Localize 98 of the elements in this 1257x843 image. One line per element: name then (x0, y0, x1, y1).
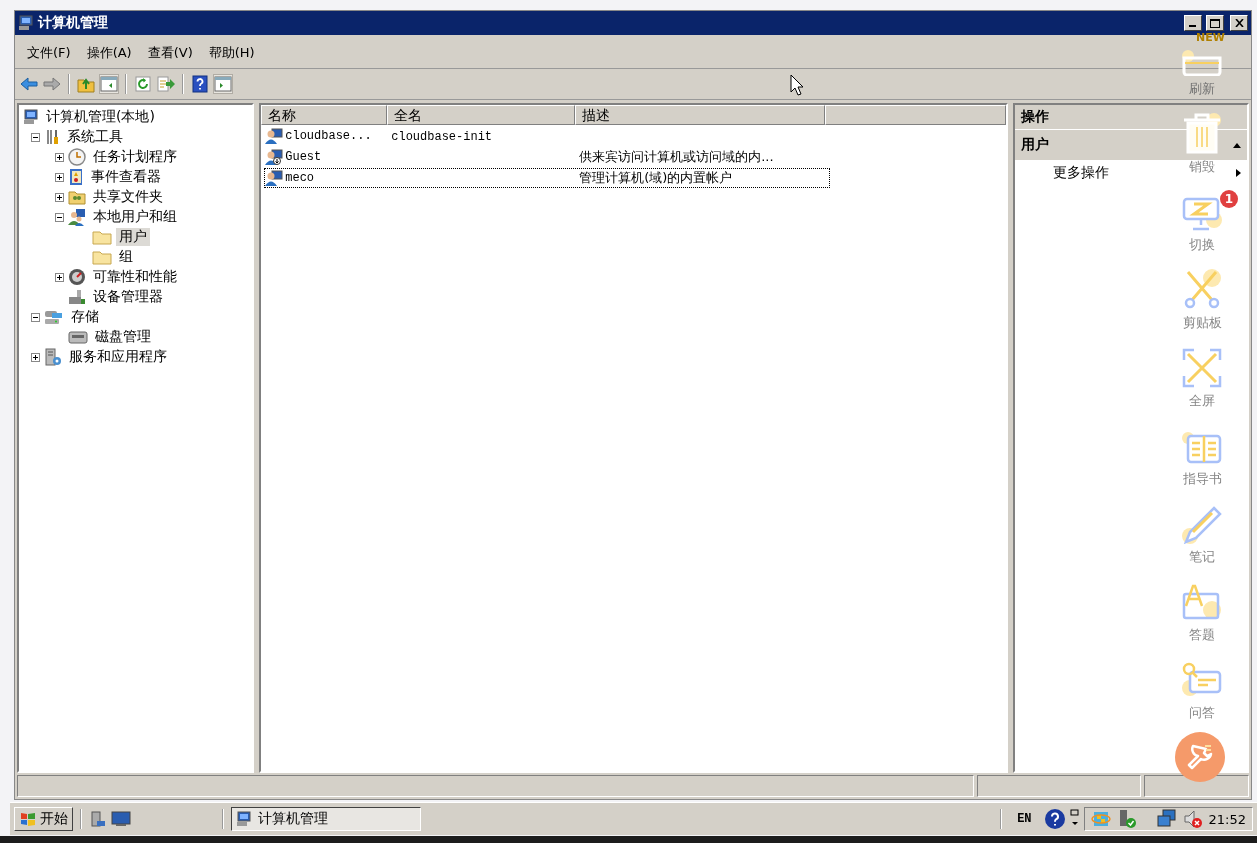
column-header[interactable] (825, 105, 1006, 125)
tree-item[interactable]: 本地用户和组 (90, 208, 180, 226)
windows-flag-icon (19, 811, 37, 827)
refresh-icon[interactable] (133, 74, 153, 94)
language-indicator[interactable]: EN (1009, 812, 1040, 826)
letter-card-icon (1182, 584, 1222, 622)
user-icon (265, 169, 284, 186)
maximize-icon (1210, 18, 1220, 28)
close-button[interactable] (1230, 15, 1248, 31)
export-icon[interactable] (156, 74, 176, 94)
action-link[interactable]: 更多操作 (1052, 164, 1109, 182)
back-icon[interactable] (19, 74, 39, 94)
actions-title: 操作 (1020, 108, 1049, 124)
column-header[interactable]: 描述 (575, 105, 826, 125)
user-icon (265, 148, 284, 165)
monitor-icon (1182, 196, 1222, 232)
tree-item[interactable]: 设备管理器 (90, 288, 166, 306)
table-cell: cloudbase-init (391, 129, 493, 144)
server-icon (44, 348, 62, 366)
tool-label[interactable]: 全屏 (1189, 392, 1215, 410)
computer-icon (236, 811, 252, 827)
column-header[interactable]: 全名 (387, 105, 576, 125)
table-cell: 管理计算机(域)的内置帐户 (579, 169, 733, 185)
scissors-icon (1182, 268, 1222, 310)
tree-item[interactable]: 计算机管理(本地) (43, 108, 158, 126)
fullscreen-icon (1182, 348, 1222, 388)
server-manager-icon[interactable] (89, 810, 107, 828)
list-row[interactable]: cloudbase... cloudbase-init (265, 127, 830, 144)
tool-label[interactable]: 切换 (1189, 236, 1215, 254)
start-button[interactable]: 开始 (14, 807, 73, 831)
help-icon[interactable] (190, 74, 210, 94)
tool-label[interactable]: 答题 (1189, 626, 1215, 644)
minimize-button[interactable] (1184, 15, 1202, 31)
section-title: 用户 (1020, 136, 1050, 154)
table-cell: meco (285, 170, 315, 185)
tree-item[interactable]: 共享文件夹 (90, 188, 166, 206)
collapse-arrow-icon[interactable] (1233, 142, 1241, 148)
book-icon (1182, 432, 1222, 466)
tool-label[interactable]: 笔记 (1189, 548, 1215, 566)
shared-folder-icon (68, 189, 86, 205)
tool-label[interactable]: 销毁 (1189, 158, 1215, 176)
log-book-icon (68, 168, 84, 186)
list-row[interactable]: meco 管理计算机(域)的内置帐户 (265, 168, 830, 187)
window-title: 计算机管理 (38, 14, 109, 32)
expand-toggle[interactable] (55, 272, 64, 282)
tree-item[interactable]: 组 (116, 248, 136, 266)
menu-item[interactable]: 查看(V) (141, 42, 199, 64)
mouse-cursor-icon (790, 74, 804, 96)
app-icon (18, 15, 34, 31)
tree-item[interactable]: 磁盘管理 (92, 328, 154, 346)
show-tree-icon[interactable] (99, 74, 119, 94)
tree-item[interactable]: 存储 (68, 308, 102, 326)
close-icon (1234, 19, 1244, 27)
tree-item[interactable]: 用户 (116, 228, 150, 246)
wrench-icon (1185, 742, 1215, 772)
menu-item[interactable]: 文件(F) (21, 42, 77, 64)
user-icon (265, 127, 284, 144)
tree-item[interactable]: 可靠性和性能 (90, 268, 180, 286)
collapse-toggle[interactable] (31, 312, 40, 322)
tool-label[interactable]: 剪贴板 (1182, 314, 1222, 332)
submenu-arrow-icon (1236, 169, 1241, 177)
expand-toggle[interactable] (55, 172, 64, 182)
column-header[interactable]: 名称 (261, 105, 388, 125)
computer-icon (23, 109, 39, 125)
taskbar-button[interactable]: 计算机管理 (231, 807, 421, 831)
pencil-icon (1182, 506, 1222, 544)
folder-icon (92, 229, 112, 245)
device-icon (68, 288, 86, 306)
tool-label[interactable]: 指导书 (1182, 470, 1222, 488)
help-icon[interactable] (1043, 808, 1066, 830)
list-row[interactable]: Guest 供来宾访问计算机或访问域的内... (265, 147, 830, 166)
muted-speaker-icon[interactable] (1182, 809, 1203, 829)
folder-icon (92, 249, 112, 265)
users-icon (68, 208, 86, 226)
expand-toggle[interactable] (55, 152, 64, 162)
storage-icon (44, 309, 64, 325)
table-cell: 供来宾访问计算机或访问域的内... (579, 148, 774, 164)
clock: 21:52 (1208, 811, 1246, 827)
expand-toggle[interactable] (31, 352, 40, 362)
new-tag: NEW (1196, 32, 1225, 43)
table-cell: Guest (285, 149, 322, 164)
tree-item[interactable]: 系统工具 (64, 128, 126, 146)
expand-toggle[interactable] (55, 192, 64, 202)
tree-item[interactable]: 任务计划程序 (90, 148, 180, 166)
network-icon[interactable] (1156, 809, 1177, 829)
tree-item[interactable]: 事件查看器 (88, 168, 164, 186)
maximize-button[interactable] (1206, 15, 1224, 31)
gauge-icon (68, 268, 86, 286)
tree-item[interactable]: 服务和应用程序 (66, 348, 170, 366)
clock-icon (68, 148, 86, 166)
show-desktop-icon[interactable] (111, 811, 131, 827)
table-cell: cloudbase... (285, 128, 372, 143)
tools-icon (44, 129, 60, 145)
menu-item[interactable]: 帮助(H) (202, 42, 261, 64)
tool-label[interactable]: 问答 (1189, 704, 1215, 722)
collapse-toggle[interactable] (31, 132, 40, 142)
menu-item[interactable]: 操作(A) (80, 42, 138, 64)
collapse-toggle[interactable] (55, 212, 64, 222)
